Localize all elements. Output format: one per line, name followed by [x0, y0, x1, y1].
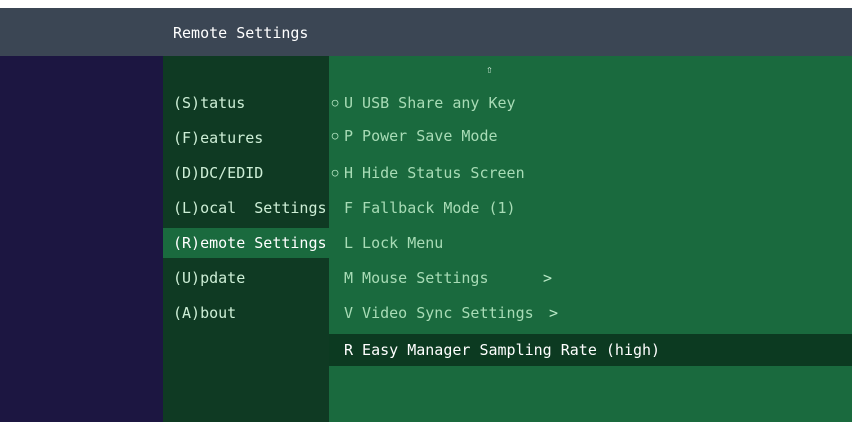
- menu-item-features[interactable]: (F)eatures: [163, 123, 329, 153]
- submenu-item-label: L Lock Menu: [344, 234, 444, 252]
- submenu-item-mouse-settings[interactable]: M Mouse Settings >: [329, 263, 852, 293]
- menu-item-local-settings[interactable]: (L)ocal Settings: [163, 193, 329, 223]
- submenu-item-hide-status[interactable]: ○ H Hide Status Screen: [329, 158, 852, 188]
- submenu-item-label: R Easy Manager Sampling Rate (high): [344, 341, 661, 359]
- submenu-item-label: P Power Save Mode: [344, 127, 498, 145]
- submenu-item-label: U USB Share any Key: [344, 94, 516, 112]
- menu-item-ddc-edid[interactable]: (D)DC/EDID: [163, 158, 329, 188]
- submenu-item-label: M Mouse Settings: [344, 269, 489, 287]
- submenu-item-label: H Hide Status Screen: [344, 164, 525, 182]
- option-bullet-icon: ○: [331, 129, 339, 142]
- submenu-item-label: F Fallback Mode (1): [344, 199, 516, 217]
- submenu-item-sampling-rate[interactable]: R Easy Manager Sampling Rate (high): [329, 334, 852, 366]
- submenu-item-lock-menu[interactable]: L Lock Menu: [329, 228, 852, 258]
- remote-settings-screen: Remote Settings (S)tatus (F)eatures (D)D…: [0, 0, 852, 422]
- menu-item-about[interactable]: (A)bout: [163, 298, 329, 328]
- submenu-item-video-sync-settings[interactable]: V Video Sync Settings >: [329, 298, 852, 328]
- menu-item-remote-settings[interactable]: (R)emote Settings: [163, 228, 329, 258]
- page-title: Remote Settings: [173, 24, 309, 42]
- submenu-item-fallback-mode[interactable]: F Fallback Mode (1): [329, 193, 852, 223]
- left-background-strip: [0, 56, 163, 422]
- option-bullet-icon: ○: [331, 166, 339, 179]
- submenu-item-label: V Video Sync Settings: [344, 304, 534, 322]
- title-bar: [0, 8, 852, 56]
- menu-item-status[interactable]: (S)tatus: [163, 88, 329, 118]
- submenu-item-power-save[interactable]: ○ P Power Save Mode: [329, 121, 852, 151]
- chevron-right-icon: >: [549, 304, 559, 322]
- submenu-item-usb-share[interactable]: ○ U USB Share any Key: [329, 88, 852, 118]
- chevron-right-icon: >: [543, 269, 553, 287]
- option-bullet-icon: ○: [331, 96, 339, 109]
- up-arrow-icon[interactable]: ⇧: [486, 63, 493, 76]
- menu-item-update[interactable]: (U)pdate: [163, 263, 329, 293]
